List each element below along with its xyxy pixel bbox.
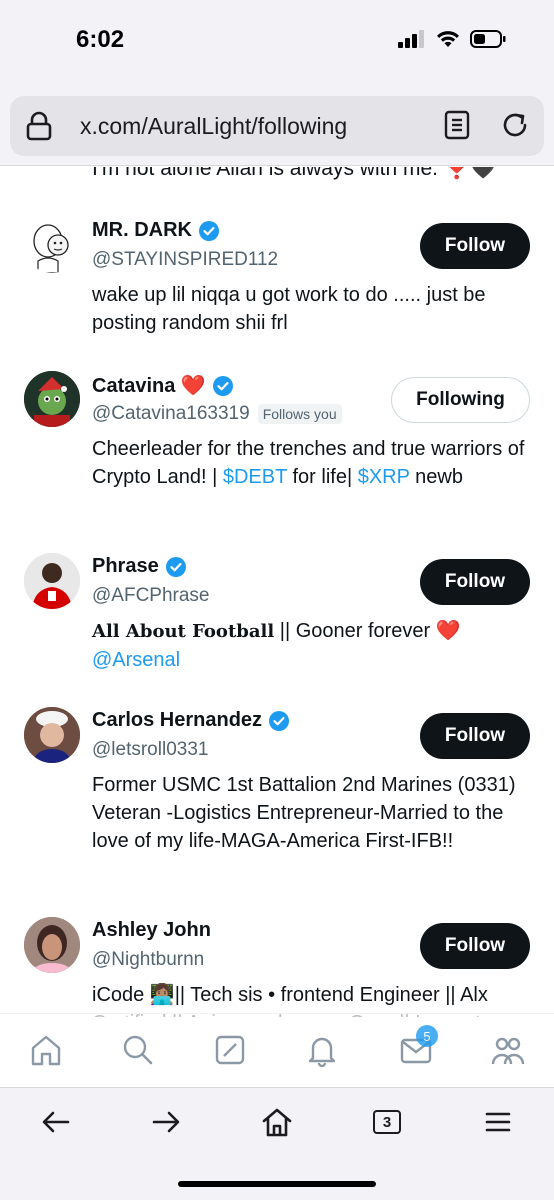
tabs-count: 3: [373, 1110, 401, 1134]
handle: @Catavina163319: [92, 403, 250, 424]
display-name[interactable]: Carlos Hernandez: [92, 709, 262, 732]
bio-styled-text: All About Football: [92, 621, 275, 642]
bio: All About Football || Gooner forever ❤️ …: [92, 617, 532, 674]
follow-button[interactable]: Follow: [420, 223, 530, 269]
handle: @Nightburnn: [92, 949, 205, 970]
handle: @STAYINSPIRED112: [92, 249, 279, 270]
bio-text: || Gooner forever ❤️: [274, 620, 461, 642]
home-indicator: [178, 1181, 376, 1187]
follow-button[interactable]: Follow: [420, 559, 530, 605]
reader-mode-icon[interactable]: [444, 110, 470, 140]
handle-row: @AFCPhrase: [92, 585, 210, 607]
display-name[interactable]: MR. DARK: [92, 219, 192, 242]
handle-row: @Nightburnn: [92, 949, 204, 971]
display-name[interactable]: Phrase: [92, 555, 159, 578]
battery-icon: [470, 30, 506, 48]
messages-badge: 5: [416, 1025, 438, 1047]
tabs-button[interactable]: 3: [367, 1104, 407, 1140]
following-list: I'm not alone Allah is always with me. ❣…: [0, 167, 554, 1017]
avatar-image: [24, 917, 80, 973]
bio: wake up lil niqqa u got work to do .....…: [92, 284, 486, 334]
bell-icon[interactable]: [304, 1032, 340, 1068]
handle-row: @STAYINSPIRED112: [92, 249, 278, 271]
handle: @letsroll0331: [92, 739, 209, 760]
following-button[interactable]: Following: [391, 377, 530, 423]
mention-link[interactable]: @Arsenal: [92, 649, 180, 671]
verified-badge-icon: [165, 556, 186, 577]
people-icon[interactable]: [490, 1032, 526, 1068]
follows-you-badge: Follows you: [257, 404, 342, 424]
avatar[interactable]: [24, 917, 80, 973]
address-bar[interactable]: x.com/AuralLight/following: [10, 96, 544, 156]
display-name[interactable]: Ashley John: [92, 919, 211, 942]
verified-badge-icon: [199, 220, 219, 241]
house-icon: [262, 1108, 292, 1137]
bio: Former USMC 1st Battalion 2nd Marines (0…: [92, 774, 516, 852]
name-row: MR. DARK: [92, 219, 220, 242]
signal-icon: [398, 30, 424, 48]
avatar[interactable]: [24, 553, 80, 609]
grok-icon[interactable]: [212, 1032, 248, 1068]
avatar-image: [33, 224, 69, 273]
wifi-icon: [437, 31, 459, 47]
name-row: Catavina ❤️: [92, 373, 234, 398]
avatar[interactable]: [24, 217, 80, 273]
status-time: 6:02: [76, 26, 125, 53]
menu-button[interactable]: [478, 1104, 518, 1140]
search-icon[interactable]: [120, 1032, 156, 1068]
verified-badge-icon: [212, 375, 233, 396]
url-text: x.com/AuralLight/following: [80, 113, 348, 139]
bio: iCode 👩🏽‍💻|| Tech sis • frontend Enginee…: [92, 984, 504, 1017]
handle-row: @letsroll0331: [92, 739, 208, 761]
display-name[interactable]: Catavina ❤️: [92, 373, 206, 398]
avatar[interactable]: [24, 371, 80, 427]
back-button[interactable]: [36, 1104, 76, 1140]
previous-bio-cut: I'm not alone Allah is always with me. ❣…: [92, 167, 497, 180]
avatar-image: [24, 553, 80, 609]
follow-button[interactable]: Follow: [420, 923, 530, 969]
cashtag-link[interactable]: $XRP: [358, 466, 410, 488]
verified-badge-icon: [269, 710, 290, 731]
home-icon[interactable]: [28, 1032, 64, 1068]
arrow-left-icon: [42, 1111, 70, 1133]
avatar-image: [24, 371, 80, 427]
name-row: Carlos Hernandez: [92, 709, 290, 732]
bio-text: for life|: [286, 466, 358, 488]
name-row: Phrase: [92, 555, 187, 578]
handle-row: @Catavina163319 Follows you: [92, 403, 342, 425]
bio-text: newb: [409, 466, 463, 488]
lock-icon: [26, 111, 52, 141]
avatar[interactable]: [24, 707, 80, 763]
avatar-image: [24, 707, 80, 763]
handle: @AFCPhrase: [92, 585, 210, 606]
home-button[interactable]: [257, 1104, 297, 1140]
address-bar-area: x.com/AuralLight/following: [0, 84, 554, 166]
bottom-tab-bar: [0, 1013, 554, 1087]
status-bar: 6:02: [0, 0, 554, 84]
follow-button[interactable]: Follow: [420, 713, 530, 759]
status-icons: [398, 30, 506, 48]
arrow-right-icon: [152, 1111, 180, 1133]
forward-button[interactable]: [146, 1104, 186, 1140]
name-row: Ashley John: [92, 919, 211, 942]
cashtag-link[interactable]: $DEBT: [223, 466, 287, 488]
reload-icon[interactable]: [500, 110, 530, 140]
hamburger-icon: [485, 1112, 511, 1132]
bio: Cheerleader for the trenches and true wa…: [92, 435, 532, 491]
